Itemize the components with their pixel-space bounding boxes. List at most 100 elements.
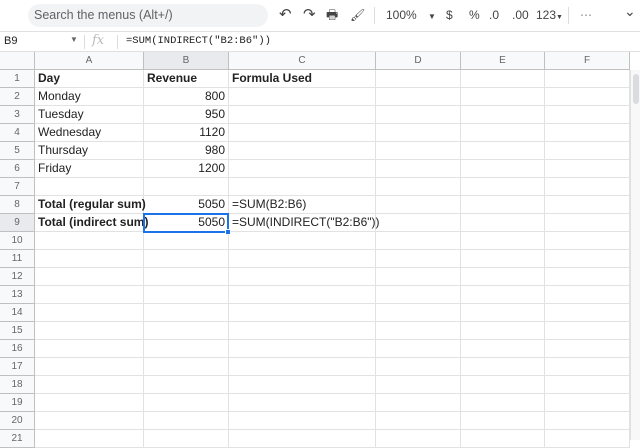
cell-B4[interactable]: 1120 bbox=[144, 124, 229, 142]
cell-C2[interactable] bbox=[229, 88, 376, 106]
cell-E6[interactable] bbox=[461, 160, 545, 178]
cell-C10[interactable] bbox=[229, 232, 376, 250]
cell-B3[interactable]: 950 bbox=[144, 106, 229, 124]
row-header-20[interactable]: 20 bbox=[0, 412, 35, 430]
cell-F8[interactable] bbox=[545, 196, 630, 214]
cell-A16[interactable] bbox=[35, 340, 144, 358]
row-header-19[interactable]: 19 bbox=[0, 394, 35, 412]
redo-icon[interactable]: ↷ bbox=[303, 6, 316, 24]
row-header-7[interactable]: 7 bbox=[0, 178, 35, 196]
cell-E21[interactable] bbox=[461, 430, 545, 448]
row-header-18[interactable]: 18 bbox=[0, 376, 35, 394]
cell-B1[interactable]: Revenue bbox=[144, 70, 229, 88]
column-header-c[interactable]: C bbox=[229, 52, 376, 70]
cell-E20[interactable] bbox=[461, 412, 545, 430]
fill-handle[interactable] bbox=[225, 229, 231, 235]
cell-A11[interactable] bbox=[35, 250, 144, 268]
cell-A21[interactable] bbox=[35, 430, 144, 448]
row-header-1[interactable]: 1 bbox=[0, 70, 35, 88]
cell-E9[interactable] bbox=[461, 214, 545, 232]
cell-D13[interactable] bbox=[376, 286, 461, 304]
cell-B15[interactable] bbox=[144, 322, 229, 340]
cell-C16[interactable] bbox=[229, 340, 376, 358]
cell-B21[interactable] bbox=[144, 430, 229, 448]
cell-D20[interactable] bbox=[376, 412, 461, 430]
cell-C21[interactable] bbox=[229, 430, 376, 448]
cell-B20[interactable] bbox=[144, 412, 229, 430]
cell-D1[interactable] bbox=[376, 70, 461, 88]
cell-A9[interactable]: Total (indirect sum) bbox=[35, 214, 148, 232]
cell-D4[interactable] bbox=[376, 124, 461, 142]
cell-A3[interactable]: Tuesday bbox=[35, 106, 144, 124]
cell-F10[interactable] bbox=[545, 232, 630, 250]
select-all-corner[interactable] bbox=[0, 52, 35, 70]
cell-B17[interactable] bbox=[144, 358, 229, 376]
cell-B14[interactable] bbox=[144, 304, 229, 322]
row-header-15[interactable]: 15 bbox=[0, 322, 35, 340]
cell-B16[interactable] bbox=[144, 340, 229, 358]
cell-A13[interactable] bbox=[35, 286, 144, 304]
cell-F19[interactable] bbox=[545, 394, 630, 412]
cell-E5[interactable] bbox=[461, 142, 545, 160]
cell-D6[interactable] bbox=[376, 160, 461, 178]
cell-C7[interactable] bbox=[229, 178, 376, 196]
cell-F1[interactable] bbox=[545, 70, 630, 88]
cell-E18[interactable] bbox=[461, 376, 545, 394]
cell-D11[interactable] bbox=[376, 250, 461, 268]
cell-C4[interactable] bbox=[229, 124, 376, 142]
cell-F17[interactable] bbox=[545, 358, 630, 376]
cell-C17[interactable] bbox=[229, 358, 376, 376]
cell-F13[interactable] bbox=[545, 286, 630, 304]
row-header-6[interactable]: 6 bbox=[0, 160, 35, 178]
decrease-decimal-button[interactable]: .0 bbox=[489, 6, 499, 24]
cell-A2[interactable]: Monday bbox=[35, 88, 144, 106]
cell-A8[interactable]: Total (regular sum) bbox=[35, 196, 146, 214]
cell-A12[interactable] bbox=[35, 268, 144, 286]
currency-button[interactable]: $ bbox=[446, 6, 453, 24]
cell-D3[interactable] bbox=[376, 106, 461, 124]
cell-B13[interactable] bbox=[144, 286, 229, 304]
cell-F18[interactable] bbox=[545, 376, 630, 394]
cell-C20[interactable] bbox=[229, 412, 376, 430]
cell-C18[interactable] bbox=[229, 376, 376, 394]
cell-F3[interactable] bbox=[545, 106, 630, 124]
cell-B19[interactable] bbox=[144, 394, 229, 412]
cell-D2[interactable] bbox=[376, 88, 461, 106]
collapse-chevron-icon[interactable]: ⌄ bbox=[624, 2, 636, 20]
cell-F9[interactable] bbox=[545, 214, 630, 232]
cell-F12[interactable] bbox=[545, 268, 630, 286]
cell-C1[interactable]: Formula Used bbox=[229, 70, 376, 88]
cell-D18[interactable] bbox=[376, 376, 461, 394]
cell-B2[interactable]: 800 bbox=[144, 88, 229, 106]
cell-A1[interactable]: Day bbox=[35, 70, 144, 88]
cell-E7[interactable] bbox=[461, 178, 545, 196]
cell-F21[interactable] bbox=[545, 430, 630, 448]
cell-C5[interactable] bbox=[229, 142, 376, 160]
row-header-17[interactable]: 17 bbox=[0, 358, 35, 376]
cell-E14[interactable] bbox=[461, 304, 545, 322]
cell-F15[interactable] bbox=[545, 322, 630, 340]
cell-C13[interactable] bbox=[229, 286, 376, 304]
cell-F11[interactable] bbox=[545, 250, 630, 268]
cell-B12[interactable] bbox=[144, 268, 229, 286]
row-header-3[interactable]: 3 bbox=[0, 106, 35, 124]
row-header-11[interactable]: 11 bbox=[0, 250, 35, 268]
cell-E16[interactable] bbox=[461, 340, 545, 358]
increase-decimal-button[interactable]: .00 bbox=[512, 6, 529, 24]
row-header-14[interactable]: 14 bbox=[0, 304, 35, 322]
column-header-b[interactable]: B bbox=[144, 52, 229, 70]
cell-C15[interactable] bbox=[229, 322, 376, 340]
cell-F14[interactable] bbox=[545, 304, 630, 322]
column-header-f[interactable]: F bbox=[545, 52, 630, 70]
cell-E1[interactable] bbox=[461, 70, 545, 88]
cell-D16[interactable] bbox=[376, 340, 461, 358]
row-header-16[interactable]: 16 bbox=[0, 340, 35, 358]
cell-B18[interactable] bbox=[144, 376, 229, 394]
cell-C19[interactable] bbox=[229, 394, 376, 412]
cell-A7[interactable] bbox=[35, 178, 144, 196]
cell-A10[interactable] bbox=[35, 232, 144, 250]
row-header-10[interactable]: 10 bbox=[0, 232, 35, 250]
cell-E2[interactable] bbox=[461, 88, 545, 106]
more-formats-button[interactable]: 123▼ bbox=[536, 6, 563, 27]
cell-F20[interactable] bbox=[545, 412, 630, 430]
